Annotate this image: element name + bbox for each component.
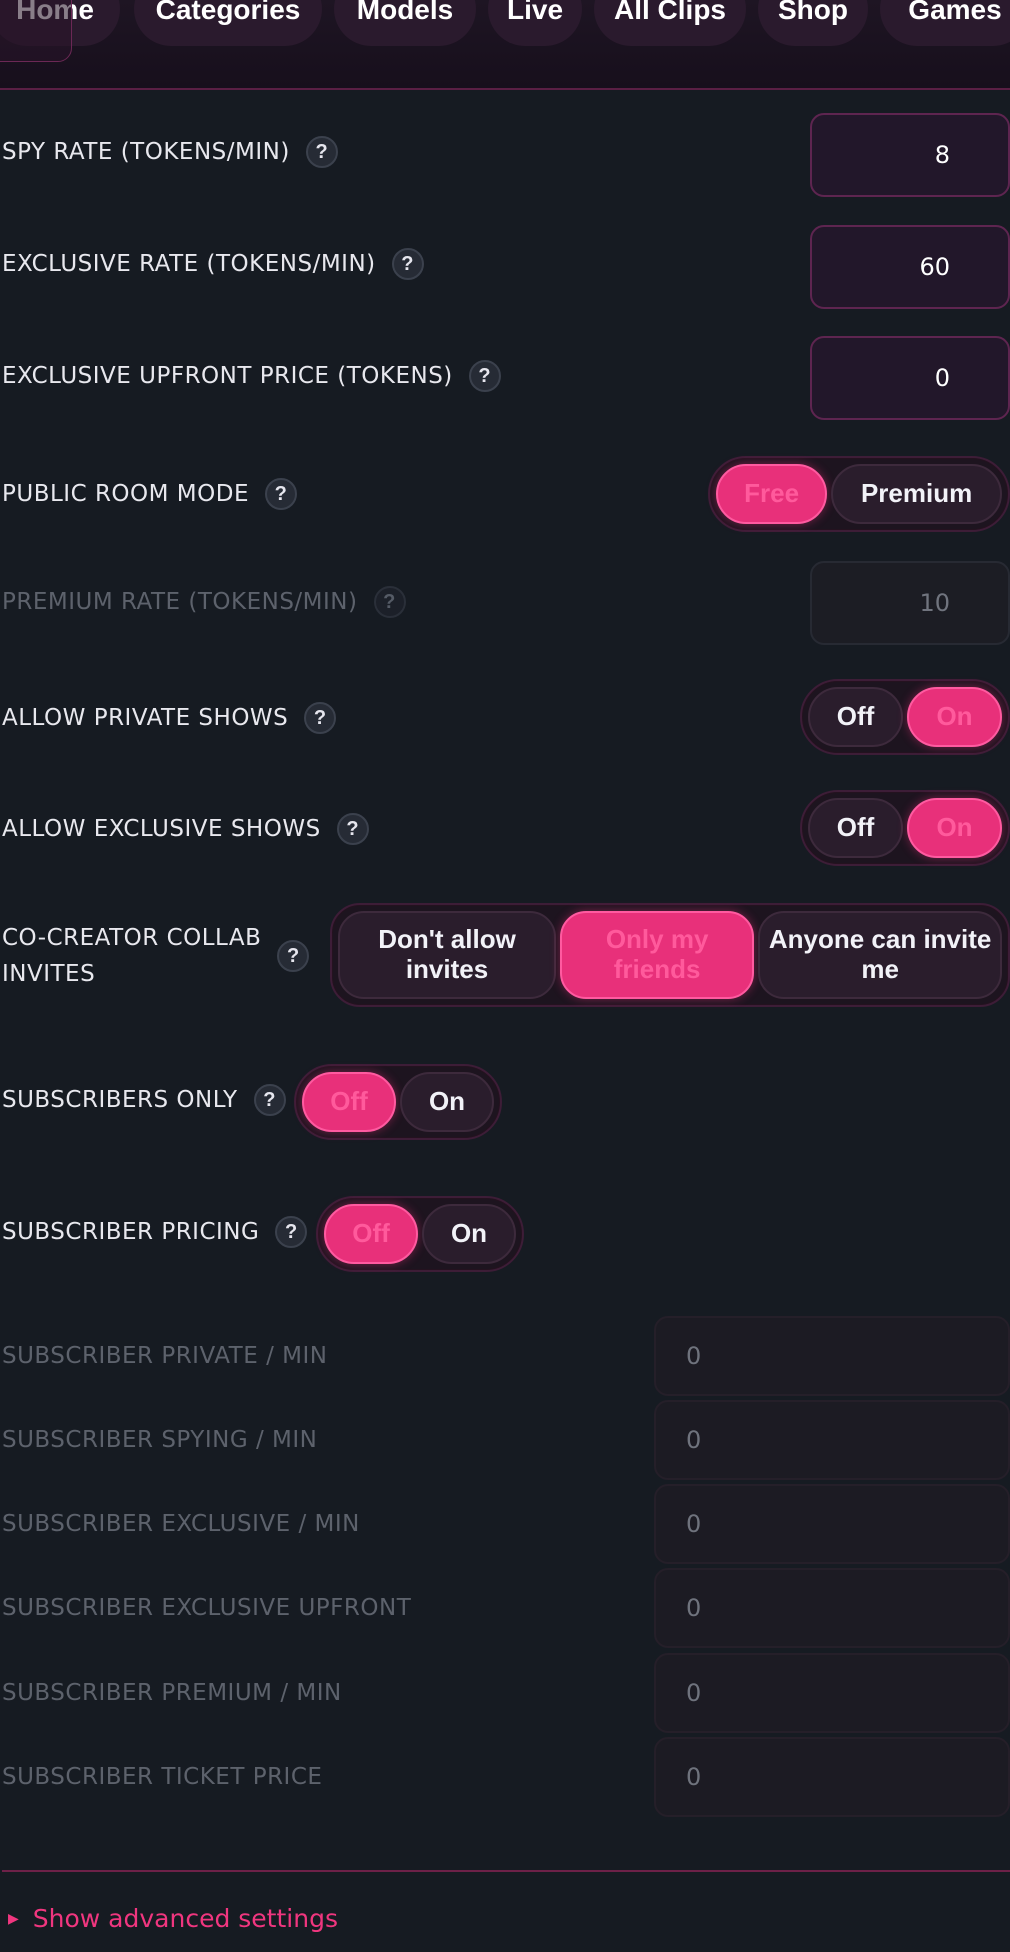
nav-shop[interactable]: Shop bbox=[758, 0, 868, 46]
triangle-right-icon: ▶ bbox=[8, 1910, 19, 1927]
subscriber-spying-input: 0 bbox=[654, 1400, 1010, 1480]
show-advanced-settings-link[interactable]: ▶ Show advanced settings bbox=[8, 1904, 338, 1933]
subscriber-pricing-label: SUBSCRIBER PRICING bbox=[2, 1219, 260, 1245]
help-icon: ? bbox=[373, 586, 406, 618]
subscriber-exclusive-input: 0 bbox=[654, 1484, 1010, 1564]
help-icon[interactable]: ? bbox=[305, 136, 338, 168]
exclusive-rate-label: EXCLUSIVE RATE (TOKENS/MIN) bbox=[2, 251, 376, 277]
nav-live[interactable]: Live bbox=[488, 0, 582, 46]
on-option[interactable]: On bbox=[422, 1204, 516, 1264]
dont-allow-option[interactable]: Don't allow invites bbox=[338, 911, 556, 999]
premium-option[interactable]: Premium bbox=[831, 464, 1002, 524]
advanced-label: Show advanced settings bbox=[32, 1904, 338, 1933]
nav-all-clips[interactable]: All Clips bbox=[594, 0, 746, 46]
subscribers-only-row: SUBSCRIBERS ONLY ? bbox=[2, 1084, 286, 1116]
exclusive-upfront-row: EXCLUSIVE UPFRONT PRICE (TOKENS) ? bbox=[2, 360, 501, 392]
home-highlight bbox=[0, 0, 72, 62]
nav-models[interactable]: Models bbox=[334, 0, 476, 46]
subscriber-ticket-label: SUBSCRIBER TICKET PRICE bbox=[2, 1764, 323, 1790]
subscriber-exclusive-upfront-label: SUBSCRIBER EXCLUSIVE UPFRONT bbox=[2, 1595, 412, 1621]
collab-invites-toggle: Don't allow invites Only my friends Anyo… bbox=[330, 903, 1010, 1007]
help-icon[interactable]: ? bbox=[336, 813, 369, 845]
off-option[interactable]: Off bbox=[302, 1072, 396, 1132]
subscriber-exclusive-upfront-input: 0 bbox=[654, 1568, 1010, 1648]
allow-exclusive-label: ALLOW EXCLUSIVE SHOWS bbox=[2, 816, 321, 842]
exclusive-rate-input[interactable]: 60 bbox=[810, 225, 1010, 309]
only-friends-option[interactable]: Only my friends bbox=[560, 911, 755, 999]
help-icon[interactable]: ? bbox=[264, 478, 297, 510]
on-option[interactable]: On bbox=[907, 687, 1002, 747]
allow-exclusive-toggle: Off On bbox=[800, 790, 1010, 866]
exclusive-upfront-input[interactable]: 0 bbox=[810, 336, 1010, 420]
off-option[interactable]: Off bbox=[808, 687, 903, 747]
public-room-mode-row: PUBLIC ROOM MODE ? bbox=[2, 478, 297, 510]
subscriber-exclusive-label: SUBSCRIBER EXCLUSIVE / MIN bbox=[2, 1511, 360, 1537]
subscriber-ticket-input: 0 bbox=[654, 1737, 1010, 1817]
help-icon[interactable]: ? bbox=[253, 1084, 286, 1116]
exclusive-upfront-label: EXCLUSIVE UPFRONT PRICE (TOKENS) bbox=[2, 363, 453, 389]
premium-rate-input: 10 bbox=[810, 561, 1010, 645]
off-option[interactable]: Off bbox=[808, 798, 903, 858]
spy-rate-input[interactable]: 8 bbox=[810, 113, 1010, 197]
subscriber-pricing-row: SUBSCRIBER PRICING ? bbox=[2, 1216, 308, 1248]
help-icon[interactable]: ? bbox=[304, 702, 337, 734]
collab-invites-row: CO-CREATOR COLLAB INVITES ? bbox=[2, 920, 310, 992]
subscribers-only-toggle: Off On bbox=[294, 1064, 502, 1140]
off-option[interactable]: Off bbox=[324, 1204, 418, 1264]
nav-categories[interactable]: Categories bbox=[134, 0, 322, 46]
allow-private-label: ALLOW PRIVATE SHOWS bbox=[2, 705, 289, 731]
public-room-mode-label: PUBLIC ROOM MODE bbox=[2, 481, 249, 507]
subscriber-private-input: 0 bbox=[654, 1316, 1010, 1396]
premium-rate-label: PREMIUM RATE (TOKENS/MIN) bbox=[2, 589, 358, 615]
help-icon[interactable]: ? bbox=[391, 248, 424, 280]
on-option[interactable]: On bbox=[400, 1072, 494, 1132]
free-option[interactable]: Free bbox=[716, 464, 828, 524]
nav-games[interactable]: Games bbox=[880, 0, 1010, 46]
public-room-mode-toggle: Free Premium bbox=[708, 456, 1010, 532]
subscriber-spying-label: SUBSCRIBER SPYING / MIN bbox=[2, 1427, 318, 1453]
subscribers-only-label: SUBSCRIBERS ONLY bbox=[2, 1087, 238, 1113]
exclusive-rate-row: EXCLUSIVE RATE (TOKENS/MIN) ? bbox=[2, 248, 424, 280]
allow-exclusive-row: ALLOW EXCLUSIVE SHOWS ? bbox=[2, 813, 369, 845]
allow-private-row: ALLOW PRIVATE SHOWS ? bbox=[2, 702, 337, 734]
subscriber-pricing-toggle: Off On bbox=[316, 1196, 524, 1272]
spy-rate-row: SPY RATE (TOKENS/MIN) ? bbox=[2, 136, 338, 168]
allow-private-toggle: Off On bbox=[800, 679, 1010, 755]
premium-rate-row: PREMIUM RATE (TOKENS/MIN) ? bbox=[2, 586, 406, 618]
spy-rate-label: SPY RATE (TOKENS/MIN) bbox=[2, 139, 290, 165]
on-option[interactable]: On bbox=[907, 798, 1002, 858]
divider bbox=[2, 1870, 1010, 1872]
subscriber-premium-input: 0 bbox=[654, 1653, 1010, 1733]
subscriber-private-label: SUBSCRIBER PRIVATE / MIN bbox=[2, 1343, 328, 1369]
help-icon[interactable]: ? bbox=[277, 940, 310, 972]
subscriber-premium-label: SUBSCRIBER PREMIUM / MIN bbox=[2, 1680, 342, 1706]
collab-invites-label: CO-CREATOR COLLAB INVITES bbox=[2, 925, 262, 987]
help-icon[interactable]: ? bbox=[275, 1216, 308, 1248]
top-nav: Home Categories Models Live All Clips Sh… bbox=[0, 0, 1010, 90]
help-icon[interactable]: ? bbox=[468, 360, 501, 392]
anyone-option[interactable]: Anyone can invite me bbox=[758, 911, 1002, 999]
